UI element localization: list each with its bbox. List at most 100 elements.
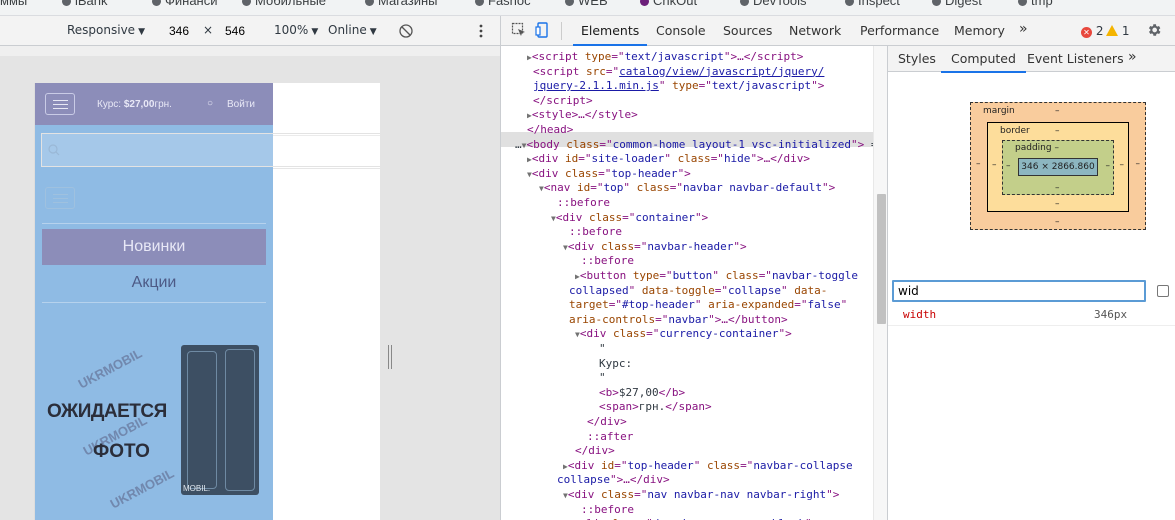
dom-node-line[interactable]: collapse">…</div> xyxy=(557,473,670,488)
border-top-value: – xyxy=(1055,126,1060,136)
dom-node-line[interactable]: ▶<div id="site-loader" class="hide">…</d… xyxy=(527,152,810,168)
dom-node-line[interactable]: ::before xyxy=(569,225,622,240)
dom-node-line[interactable]: ▼<div class="currency-container"> xyxy=(575,327,792,343)
product-image[interactable]: MOBIL. xyxy=(181,345,259,495)
box-model-border[interactable]: border – – – – padding – – – – 346 × 286… xyxy=(987,122,1129,212)
tab-elements[interactable]: Elements xyxy=(572,23,648,46)
error-icon: ✕ xyxy=(1081,27,1092,38)
bookmark-item[interactable]: DevTools xyxy=(740,0,806,8)
dom-node-line[interactable]: ::before xyxy=(581,254,634,269)
dom-node-line[interactable]: jquery-2.1.1.min.js" type="text/javascri… xyxy=(533,79,824,94)
bookmark-item[interactable]: Inspect xyxy=(845,0,900,8)
resize-handle[interactable] xyxy=(388,345,392,369)
user-icon: ○ xyxy=(207,98,214,109)
padding-label: padding – xyxy=(1015,143,1059,153)
search-input[interactable] xyxy=(41,133,380,167)
tab-console[interactable]: Console xyxy=(656,23,706,38)
caret-down-icon: ▼ xyxy=(369,27,377,37)
dom-node-line[interactable]: " xyxy=(599,371,606,386)
dom-node-line[interactable]: ▶<script type="text/javascript">…</scrip… xyxy=(527,50,803,66)
dom-node-line[interactable]: ▼<div class="nav navbar-nav navbar-right… xyxy=(563,488,839,504)
dom-node-line[interactable]: ::after xyxy=(587,430,633,445)
dom-node-line[interactable]: <b>$27,00</b> xyxy=(599,386,685,401)
bookmark-item[interactable]: ммы xyxy=(0,0,27,8)
menu-item-sale[interactable]: Акции xyxy=(42,268,266,298)
tab-event-listeners[interactable]: Event Listeners xyxy=(1027,51,1124,66)
dom-node-line[interactable]: </script> xyxy=(533,94,593,109)
show-all-checkbox[interactable] xyxy=(1157,285,1169,297)
dom-node-line[interactable]: …▼<body class="common-home layout-1 vsc-… xyxy=(515,138,878,154)
bookmark-item[interactable]: Финанси xyxy=(152,0,218,8)
side-pane: Styles Computed Event Listeners » margin… xyxy=(887,46,1175,520)
dom-node-line[interactable]: ▶<div id="top-header" class="navbar-coll… xyxy=(563,459,853,475)
folder-icon xyxy=(152,0,161,7)
devtools-panel: Elements Console Sources Network Perform… xyxy=(500,16,1175,520)
zoom-select[interactable]: 100% ▼ xyxy=(274,23,318,37)
bookmark-item[interactable]: Магазины xyxy=(365,0,438,8)
dom-node-line[interactable]: " xyxy=(599,342,606,357)
dom-node-line[interactable]: ▼<div class="container"> xyxy=(551,211,708,227)
more-tabs-icon[interactable]: » xyxy=(1128,49,1137,65)
menu-item-new[interactable]: Новинки xyxy=(42,229,266,265)
dom-node-line[interactable]: ▶<style>…</style> xyxy=(527,108,638,124)
dom-node-line[interactable]: target="#top-header" aria-expanded="fals… xyxy=(569,298,847,313)
dom-node-line[interactable]: ▼<div class="top-header"> xyxy=(527,167,691,183)
dom-node-line[interactable]: collapsed" data-toggle="collapse" data- xyxy=(569,284,827,299)
more-options-icon[interactable] xyxy=(478,24,484,38)
inspect-element-icon[interactable] xyxy=(511,22,527,38)
dom-node-line[interactable]: <span>грн.</span> xyxy=(599,400,712,415)
site-header: Курс: $27,00грн. ○ Войти xyxy=(35,83,273,125)
warning-count[interactable]: 1 xyxy=(1106,24,1129,38)
tab-styles[interactable]: Styles xyxy=(898,51,936,66)
error-count[interactable]: ✕ 2 xyxy=(1081,24,1103,38)
settings-gear-icon[interactable] xyxy=(1146,22,1162,38)
dom-node-line[interactable]: ::before xyxy=(581,503,634,518)
bookmark-item[interactable]: ChkOut xyxy=(640,0,697,8)
scroll-thumb[interactable] xyxy=(877,194,886,324)
device-select[interactable]: Responsive ▼ xyxy=(67,23,145,37)
elements-tree[interactable]: ▶<script type="text/javascript">…</scrip… xyxy=(501,46,887,520)
divider xyxy=(561,22,562,40)
computed-filter-input[interactable]: wid xyxy=(892,280,1146,302)
device-toggle-icon[interactable] xyxy=(535,22,551,38)
dom-node-line[interactable]: </head> xyxy=(527,123,573,138)
tab-performance[interactable]: Performance xyxy=(860,23,939,38)
device-toolbar: Responsive▼ × 100%▼ Online▼ xyxy=(0,16,500,46)
height-input[interactable] xyxy=(213,21,257,41)
tab-computed[interactable]: Computed xyxy=(941,51,1026,73)
dom-node-line[interactable]: </div> xyxy=(575,444,615,459)
box-model-content[interactable]: 346 × 2866.860 xyxy=(1018,158,1098,176)
dom-node-line[interactable]: ▼<div class="navbar-header"> xyxy=(563,240,747,256)
bookmark-item[interactable]: Fashoc xyxy=(475,0,531,8)
dom-node-line[interactable]: Курс: xyxy=(599,357,632,372)
dom-node-line[interactable]: ▼<nav id="top" class="navbar navbar-defa… xyxy=(539,181,835,197)
box-model-margin[interactable]: margin – – – – border – – – – padding – … xyxy=(970,102,1146,230)
login-link[interactable]: Войти xyxy=(227,99,255,110)
tab-sources[interactable]: Sources xyxy=(723,23,772,38)
width-input[interactable] xyxy=(157,21,201,41)
folder-icon xyxy=(845,0,854,7)
rotate-icon[interactable] xyxy=(398,23,414,39)
dom-node-line[interactable]: aria-controls="navbar">…</button> xyxy=(569,313,788,328)
dom-node-line[interactable]: ::before xyxy=(557,196,610,211)
bookmark-item[interactable]: iBank xyxy=(62,0,108,8)
tab-network[interactable]: Network xyxy=(789,23,841,38)
device-viewport: Курс: $27,00грн. ○ Войти Новинки Акции U… xyxy=(0,46,500,520)
more-tabs-icon[interactable]: » xyxy=(1019,21,1028,37)
bookmark-item[interactable]: tmp xyxy=(1018,0,1053,8)
menu-toggle-icon[interactable] xyxy=(45,93,75,115)
page-preview[interactable]: Курс: $27,00грн. ○ Войти Новинки Акции U… xyxy=(34,83,380,520)
bookmark-item[interactable]: Digest xyxy=(932,0,982,8)
caret-down-icon: ▼ xyxy=(138,27,145,37)
elements-scrollbar[interactable] xyxy=(873,46,887,520)
dom-node-line[interactable]: <script src="catalog/view/javascript/jqu… xyxy=(533,65,824,80)
throttle-select[interactable]: Online ▼ xyxy=(328,23,377,37)
bookmark-item[interactable]: WEB xyxy=(565,0,608,8)
folder-icon xyxy=(242,0,251,7)
bookmark-item[interactable]: Мобильные xyxy=(242,0,326,8)
box-model-padding[interactable]: padding – – – – 346 × 2866.860 xyxy=(1002,140,1114,195)
catalog-toggle-icon[interactable] xyxy=(45,187,75,209)
dom-node-line[interactable]: ▶<button type="button" class="navbar-tog… xyxy=(575,269,858,285)
dom-node-line[interactable]: </div> xyxy=(587,415,627,430)
tab-memory[interactable]: Memory xyxy=(954,23,1005,38)
